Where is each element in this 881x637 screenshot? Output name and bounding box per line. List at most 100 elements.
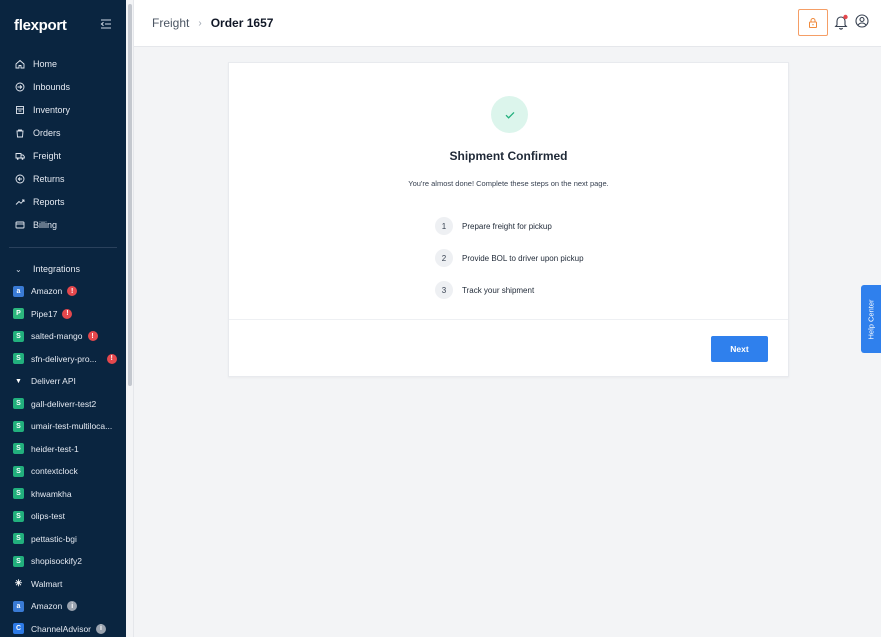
lock-button[interactable] [798, 9, 828, 36]
alert-badge-icon: ! [67, 286, 78, 297]
nav-item-inbounds[interactable]: Inbounds [0, 75, 126, 98]
amazon-icon: a [13, 285, 24, 297]
scrollbar-thumb[interactable] [128, 4, 132, 386]
integration-item[interactable]: Skhwamkha [0, 483, 126, 506]
returns-icon [15, 174, 25, 184]
integration-label: Amazon [31, 601, 63, 612]
shopify-icon: S [13, 443, 24, 455]
help-center-tab[interactable]: Help Center [861, 285, 881, 353]
nav-item-freight[interactable]: Freight [0, 144, 126, 167]
shipment-confirmed-card: Shipment Confirmed You're almost done! C… [228, 62, 789, 377]
card-subtitle: You're almost done! Complete these steps… [408, 179, 609, 188]
integration-item[interactable]: Sumair-test-multiloca... [0, 415, 126, 438]
integration-label: shopisockify2 [31, 556, 83, 567]
billing-icon [15, 220, 25, 230]
integration-item[interactable]: a Amazon i [0, 595, 126, 618]
walmart-icon: ✳ [14, 578, 23, 589]
card-divider [229, 319, 788, 320]
integration-label: ChannelAdvisor [31, 623, 92, 634]
sidebar: flexport Home Inbounds Inventory Orders … [0, 0, 126, 637]
integration-label: pettastic-bgi [31, 533, 77, 544]
reports-icon [15, 197, 25, 207]
sidebar-scrollbar[interactable] [126, 0, 134, 637]
breadcrumb: Freight › Order 1657 [152, 16, 273, 30]
info-badge-icon: i [96, 623, 107, 634]
step-text: Track your shipment [462, 285, 535, 295]
integrations-list: a Amazon! P Pipe17! Ssalted-mango! Ssfn-deliv… [0, 280, 126, 637]
shopify-icon: S [13, 533, 24, 545]
orders-icon [15, 128, 25, 138]
integration-item[interactable]: Ssfn-delivery-pro...! [0, 348, 126, 371]
notifications-bell-icon[interactable] [834, 14, 848, 30]
shopify-icon: S [13, 353, 24, 365]
lock-icon [809, 17, 817, 28]
card-title: Shipment Confirmed [449, 149, 568, 163]
step-text: Prepare freight for pickup [462, 221, 552, 231]
integration-item[interactable]: Sgall-deliverr-test2 [0, 393, 126, 416]
page-title: Order 1657 [210, 16, 274, 30]
integration-item[interactable]: Ssalted-mango! [0, 325, 126, 348]
integration-item[interactable]: ✳ Walmart [0, 573, 126, 596]
integration-label: heider-test-1 [31, 443, 79, 454]
nav-item-label: Reports [33, 196, 65, 207]
breadcrumb-separator: › [198, 17, 202, 29]
step-item: 3 Track your shipment [435, 280, 584, 300]
integration-label: Amazon [31, 286, 63, 297]
integration-item[interactable]: a Amazon! [0, 280, 126, 303]
integration-label: Walmart [31, 578, 63, 589]
shopify-icon: S [13, 398, 24, 410]
deliverr-icon: ▼ [15, 377, 22, 385]
shopify-icon: S [13, 420, 24, 432]
integrations-label: Integrations [33, 264, 81, 274]
integration-item[interactable]: C ChannelAdvisor i [0, 618, 126, 637]
brand: flexport [0, 0, 126, 50]
step-item: 1 Prepare freight for pickup [435, 216, 584, 236]
integration-label: umair-test-multiloca... [31, 421, 113, 432]
integration-label: Deliverr API [31, 376, 76, 387]
shopify-icon: S [13, 555, 24, 567]
nav-item-orders[interactable]: Orders [0, 121, 126, 144]
nav-item-label: Billing [33, 219, 58, 230]
step-number: 3 [435, 281, 453, 299]
top-bar: Freight › Order 1657 [134, 0, 881, 47]
nav-item-billing[interactable]: Billing [0, 213, 126, 236]
next-button[interactable]: Next [711, 336, 768, 362]
integration-item[interactable]: Spettastic-bgi [0, 528, 126, 551]
step-item: 2 Provide BOL to driver upon pickup [435, 248, 584, 268]
amazon-icon: a [13, 600, 24, 612]
alert-badge-icon: ! [106, 353, 117, 364]
integration-item[interactable]: ▼ Deliverr API [0, 370, 126, 393]
nav-item-inventory[interactable]: Inventory [0, 98, 126, 121]
shopify-icon: S [13, 465, 24, 477]
inventory-icon [15, 105, 25, 115]
freight-icon [15, 151, 25, 161]
collapse-menu-icon[interactable] [100, 18, 112, 30]
nav-item-label: Orders [33, 127, 61, 138]
breadcrumb-freight-link[interactable]: Freight [152, 16, 189, 30]
integration-item[interactable]: Scontextclock [0, 460, 126, 483]
integration-item[interactable]: P Pipe17! [0, 303, 126, 326]
shopify-icon: S [13, 488, 24, 500]
integrations-toggle[interactable]: ⌄ Integrations [0, 258, 126, 280]
integration-item[interactable]: Sheider-test-1 [0, 438, 126, 461]
nav-item-home[interactable]: Home [0, 52, 126, 75]
checkmark-icon [505, 111, 514, 119]
nav-item-label: Inbounds [33, 81, 71, 92]
integration-label: contextclock [31, 466, 78, 477]
account-icon[interactable] [855, 14, 869, 28]
sidebar-divider [9, 247, 117, 248]
integration-label: khwamkha [31, 488, 72, 499]
main-nav: Home Inbounds Inventory Orders Freight R… [0, 50, 126, 236]
success-check-badge [491, 96, 528, 133]
nav-item-reports[interactable]: Reports [0, 190, 126, 213]
nav-item-returns[interactable]: Returns [0, 167, 126, 190]
channeladvisor-icon: C [13, 623, 24, 635]
alert-badge-icon: ! [62, 308, 73, 319]
integration-label: olips-test [31, 511, 66, 522]
step-number: 2 [435, 249, 453, 267]
integration-item[interactable]: Solips-test [0, 505, 126, 528]
integration-item[interactable]: Sshopisockify2 [0, 550, 126, 573]
shopify-icon: S [13, 330, 24, 342]
brand-logo[interactable]: flexport [14, 17, 67, 34]
nav-item-label: Home [33, 58, 58, 69]
